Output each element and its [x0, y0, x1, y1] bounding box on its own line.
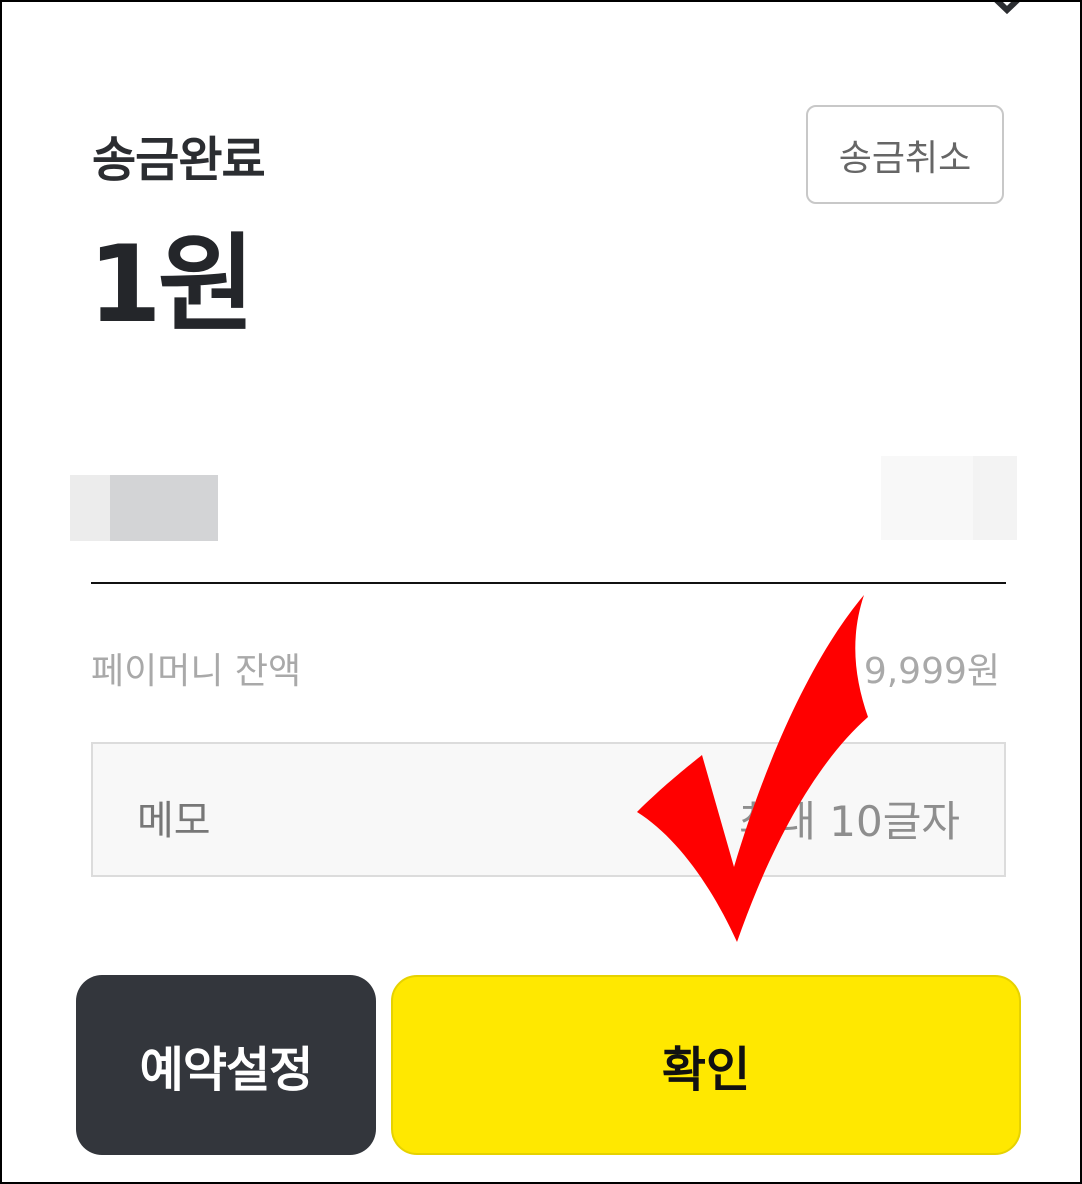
transfer-amount: 1원	[88, 223, 255, 346]
close-icon[interactable]	[974, 0, 1040, 28]
page-title: 송금완료	[92, 132, 266, 188]
recipient-info-redacted	[881, 456, 973, 540]
memo-field[interactable]: 메모 최대 10글자	[91, 742, 1006, 877]
balance-label: 페이머니 잔액	[91, 651, 302, 692]
memo-length-hint: 최대 10글자	[738, 797, 960, 846]
transfer-complete-screen: 송금완료 1원 송금취소 페이머니 잔액 9,999원 메모 최대 10글자 예…	[0, 0, 1082, 1184]
schedule-button[interactable]: 예약설정	[76, 975, 376, 1155]
recipient-name-redacted-block	[110, 475, 218, 541]
recipient-info-redacted-block	[973, 456, 1017, 540]
divider	[91, 582, 1006, 584]
cancel-transfer-button[interactable]: 송금취소	[806, 105, 1004, 204]
confirm-button[interactable]: 확인	[391, 975, 1021, 1155]
memo-label: 메모	[137, 798, 211, 844]
balance-value: 9,999원	[863, 651, 1000, 692]
recipient-name-redacted	[70, 475, 112, 541]
